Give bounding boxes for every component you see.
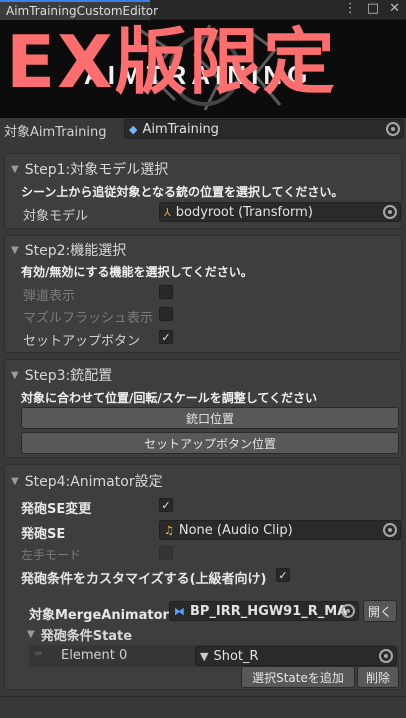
window-titlebar: AimTrainingCustomEditor ⋮ □ ✕ (0, 0, 406, 20)
object-picker-icon[interactable] (383, 205, 397, 219)
setup-button-position-button[interactable]: セットアップボタン位置 (21, 432, 399, 454)
drag-handle-icon[interactable]: ═ (35, 647, 42, 660)
step3-header[interactable]: ▼ Step3:銃配置 (11, 365, 112, 385)
setup-button-label: セットアップボタン (23, 334, 141, 349)
step4-section: ▼ Step4:Animator設定 発砲SE変更 ✓ 発砲SE ♫ None … (4, 464, 402, 690)
step2-header[interactable]: ▼ Step2:機能選択 (11, 240, 126, 260)
element-value: Shot_R (213, 648, 259, 664)
step1-header[interactable]: ▼ Step1:対象モデル選択 (11, 159, 168, 179)
trajectory-label: 弾道表示 (23, 289, 76, 304)
step2-description: 有効/無効にする機能を選択してください。 (21, 265, 253, 279)
se-change-label: 発砲SE変更 (21, 502, 92, 517)
object-picker-icon[interactable] (341, 604, 355, 618)
target-aimtraining-field[interactable]: ◆ AimTraining (124, 119, 404, 139)
state-icon: ▼ (200, 649, 209, 663)
step2-section: ▼ Step2:機能選択 有効/無効にする機能を選択してください。 弾道表示 マ… (4, 235, 402, 353)
close-icon[interactable]: ✕ (389, 1, 400, 16)
state-foldout[interactable]: ▼ 発砲条件State (27, 625, 132, 644)
object-picker-icon[interactable] (383, 523, 397, 537)
foldout-arrow-icon: ▼ (11, 244, 19, 256)
foldout-arrow-icon: ▼ (27, 629, 35, 640)
ex-edition-label: EX版限定 (6, 20, 337, 104)
window-controls: ⋮ □ ✕ (344, 1, 400, 16)
muzzle-flash-checkbox[interactable] (159, 307, 173, 321)
muzzle-flash-label: マズルフラッシュ表示 (23, 311, 154, 326)
se-value: None (Audio Clip) (178, 522, 293, 538)
step1-section: ▼ Step1:対象モデル選択 シーン上から追従対象となる銃の位置を選択してくだ… (4, 153, 402, 229)
target-row: 対象AimTraining (4, 121, 106, 140)
audio-clip-icon: ♫ (164, 523, 174, 537)
step3-description: 対象に合わせて位置/回転/スケールを調整してください (21, 391, 318, 405)
animator-icon: ⧓ (174, 604, 185, 618)
se-change-checkbox[interactable]: ✓ (159, 498, 173, 512)
model-field[interactable]: ⅄ bodyroot (Transform) (159, 202, 401, 222)
trajectory-checkbox[interactable] (159, 285, 173, 299)
element-field[interactable]: ▼ Shot_R (195, 646, 397, 666)
left-hand-checkbox[interactable] (159, 546, 173, 560)
se-audio-field[interactable]: ♫ None (Audio Clip) (159, 520, 401, 540)
foldout-arrow-icon: ▼ (11, 475, 19, 487)
checkmark-icon: ✓ (161, 498, 171, 512)
step3-section: ▼ Step3:銃配置 対象に合わせて位置/回転/スケールを調整してください 銃… (4, 359, 402, 458)
bottom-divider (0, 696, 406, 697)
transform-icon: ⅄ (164, 205, 171, 219)
se-label: 発砲SE (21, 527, 66, 542)
maximize-icon[interactable]: □ (367, 1, 379, 16)
step1-title: Step1:対象モデル選択 (24, 162, 169, 178)
step2-title: Step2:機能選択 (24, 243, 127, 259)
customize-checkbox[interactable]: ✓ (276, 568, 290, 582)
model-label: 対象モデル (23, 209, 89, 224)
target-value: AimTraining (142, 121, 219, 137)
tab-title: AimTrainingCustomEditor (6, 4, 159, 18)
editor-tab[interactable]: AimTrainingCustomEditor (0, 0, 158, 20)
muzzle-position-button[interactable]: 銃口位置 (21, 407, 399, 429)
step1-description: シーン上から追従対象となる銃の位置を選択してください。 (21, 185, 344, 199)
merge-animator-field[interactable]: ⧓ BP_IRR_HGW91_R_MA (169, 601, 359, 621)
state-foldout-title: 発砲条件State (40, 629, 133, 644)
checkmark-icon: ✓ (161, 330, 171, 344)
cube-icon: ◆ (129, 122, 138, 136)
customize-label: 発砲条件をカスタマイズする(上級者向け) (21, 572, 267, 587)
merge-animator-label: 対象MergeAnimator (29, 608, 169, 623)
step4-header[interactable]: ▼ Step4:Animator設定 (11, 471, 163, 491)
model-value: bodyroot (Transform) (175, 204, 313, 220)
menu-icon[interactable]: ⋮ (344, 1, 357, 16)
add-state-button[interactable]: 選択Stateを追加 (241, 666, 355, 688)
state-list: ═ Element 0 ▼ Shot_R (29, 645, 399, 667)
delete-button[interactable]: 削除 (357, 666, 399, 688)
element-label: Element 0 (61, 648, 128, 663)
object-picker-icon[interactable] (379, 649, 393, 663)
foldout-arrow-icon: ▼ (11, 369, 19, 381)
step4-title: Step4:Animator設定 (24, 474, 163, 490)
banner-image: AIMTRAINING EX版限定 (0, 20, 406, 118)
open-button[interactable]: 開く (363, 600, 397, 622)
left-hand-label: 左手モード (21, 548, 82, 562)
target-label: 対象AimTraining (4, 125, 107, 140)
checkmark-icon: ✓ (278, 568, 288, 582)
foldout-arrow-icon: ▼ (11, 163, 19, 175)
object-picker-icon[interactable] (386, 122, 400, 136)
setup-button-checkbox[interactable]: ✓ (159, 330, 173, 344)
merge-animator-value: BP_IRR_HGW91_R_MA (190, 603, 348, 619)
step3-title: Step3:銃配置 (24, 368, 113, 384)
